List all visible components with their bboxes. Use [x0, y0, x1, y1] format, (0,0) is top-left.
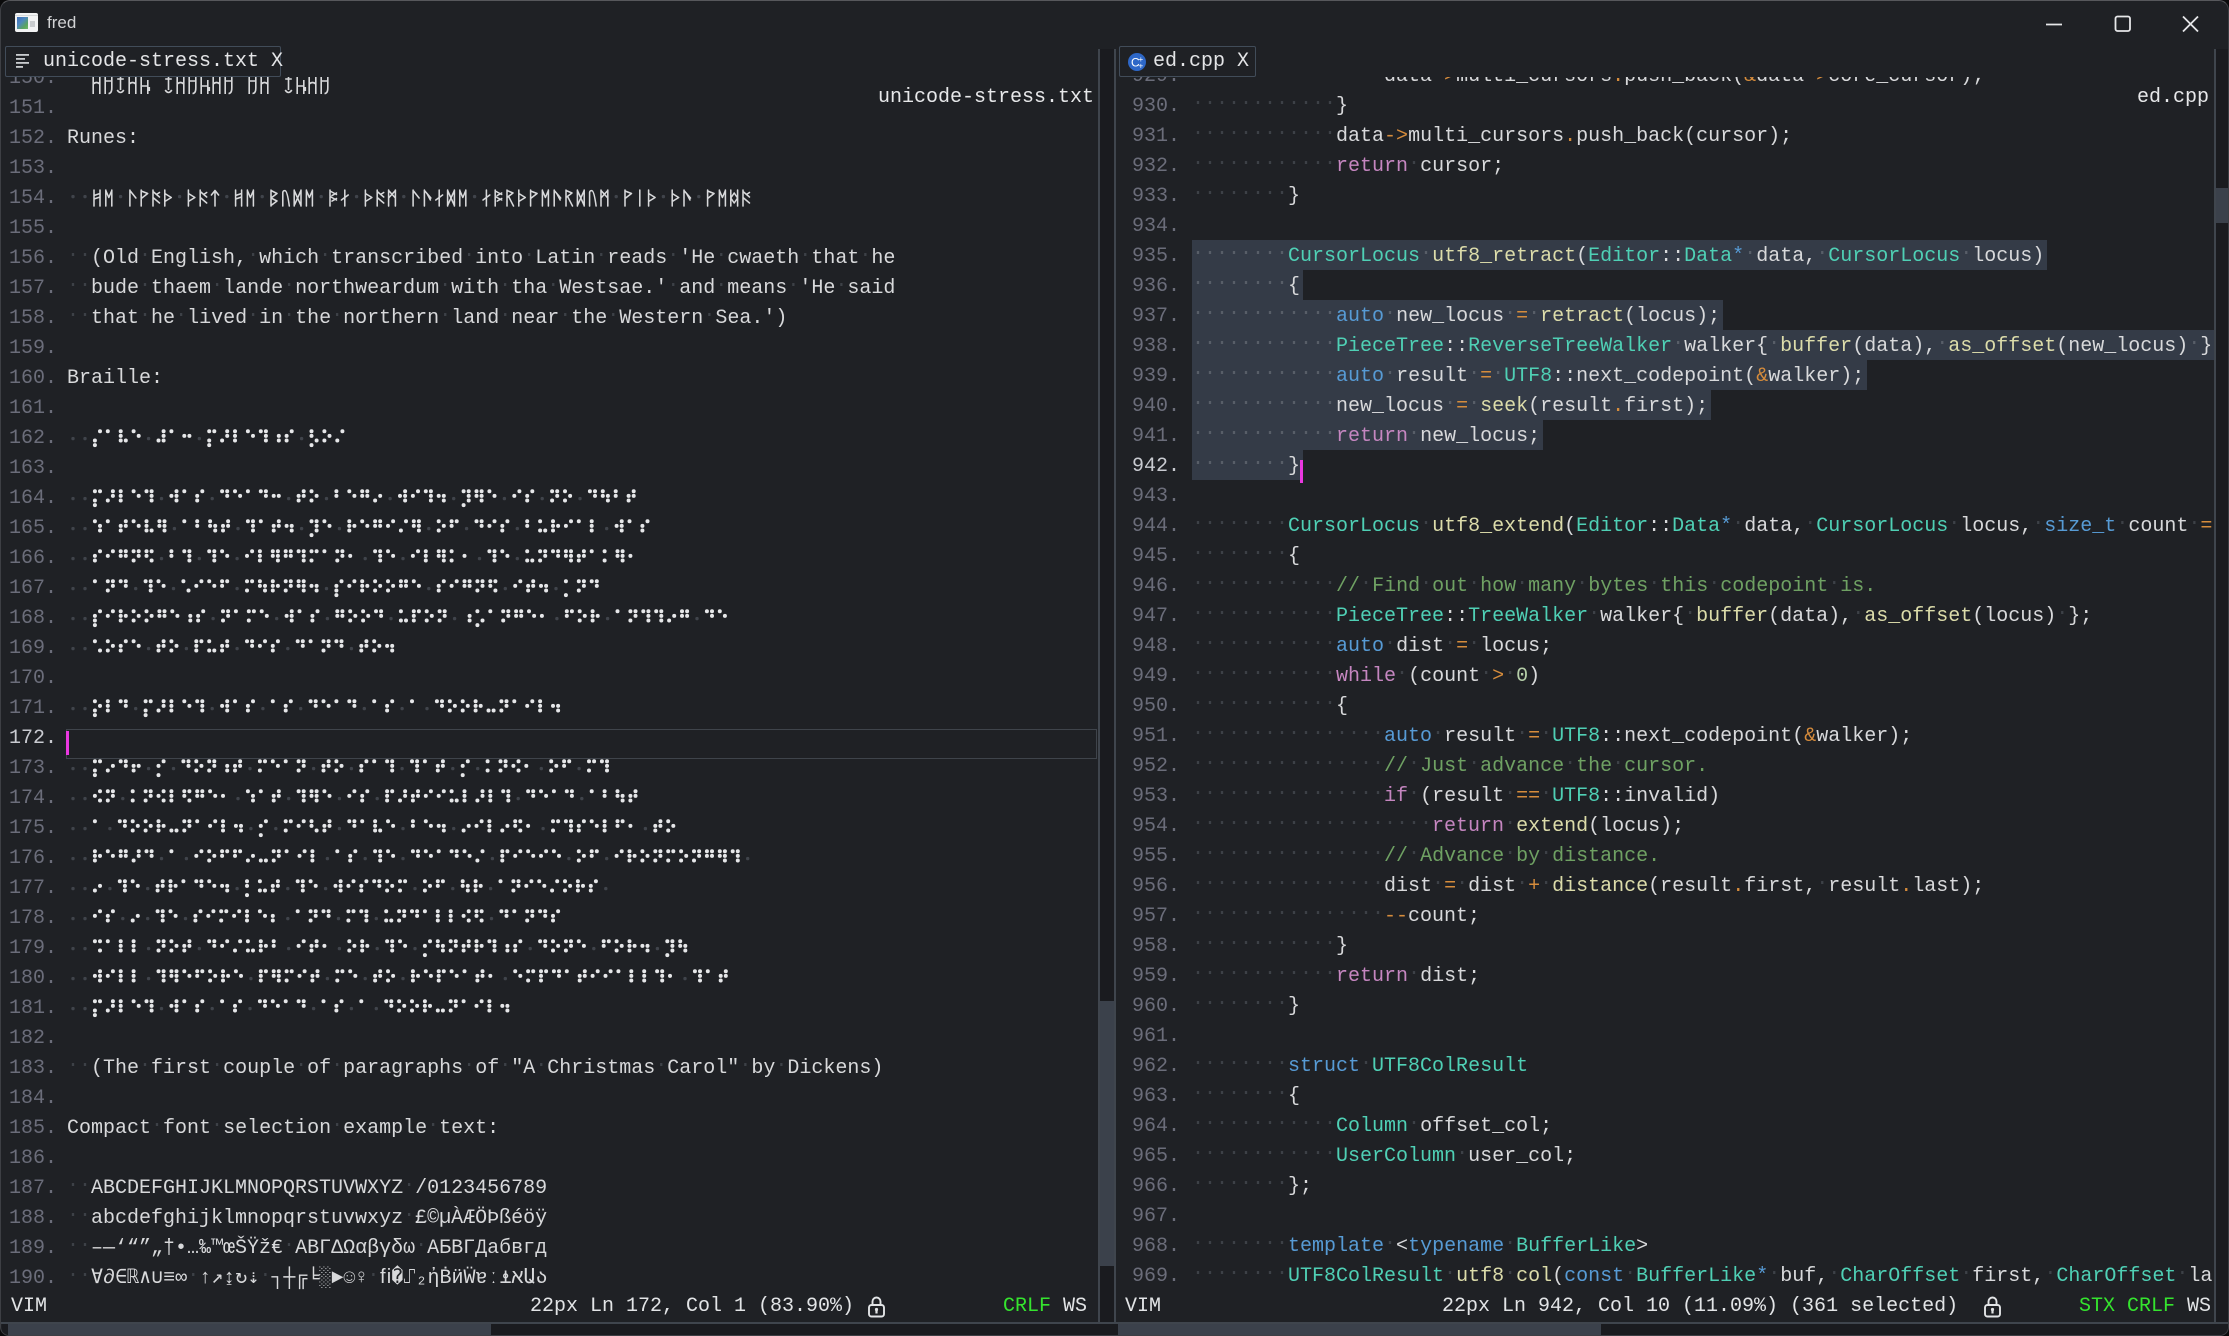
svg-text:+: +: [1139, 62, 1144, 71]
